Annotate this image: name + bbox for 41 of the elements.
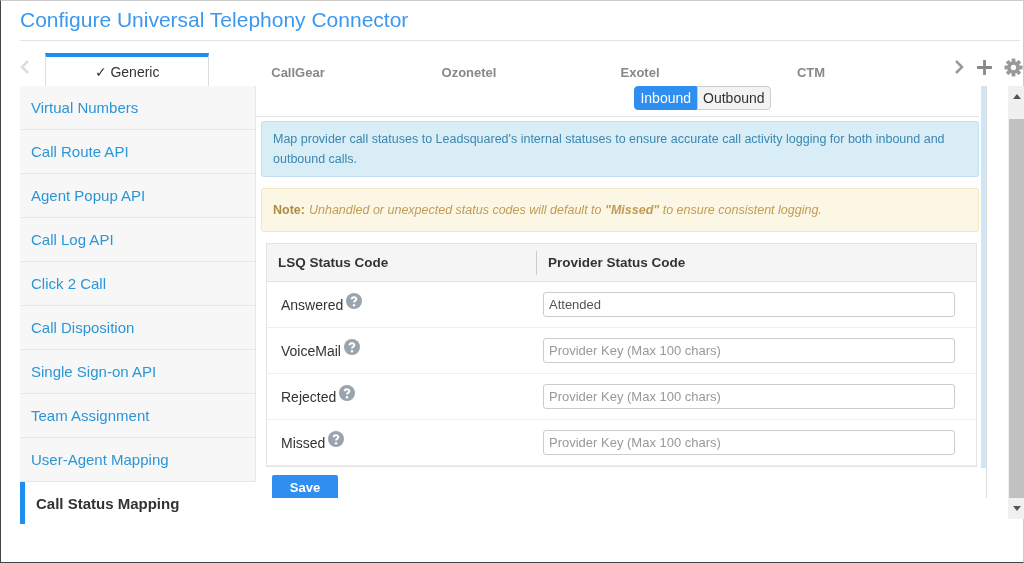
sidebar-item[interactable]: Call Disposition (20, 306, 256, 350)
sidebar-item[interactable]: Team Assignment (20, 394, 256, 438)
sidebar-item[interactable]: Call Log API (20, 218, 256, 262)
toggle-button[interactable]: Inbound (634, 86, 698, 110)
column-header: LSQ Status Code (267, 250, 537, 275)
sidebar-item[interactable]: Agent Popup API (20, 174, 256, 218)
tab[interactable]: Exotel (558, 53, 722, 87)
status-label: VoiceMail (281, 342, 341, 359)
note-label: Note: (273, 203, 305, 217)
scrollbar[interactable] (1008, 86, 1024, 519)
tab[interactable]: ✓ Generic (45, 53, 209, 87)
tab[interactable]: Ozonetel (387, 53, 551, 87)
provider-key-field[interactable]: Provider Key (Max 100 chars) (543, 338, 955, 363)
sidebar-item[interactable]: Single Sign-on API (20, 350, 256, 394)
status-label: Rejected (281, 388, 337, 405)
chevron-right-icon[interactable] (954, 59, 964, 75)
save-button[interactable]: Save (272, 475, 338, 498)
chevron-left-icon[interactable] (20, 59, 30, 75)
help-icon[interactable] (339, 384, 356, 401)
help-icon[interactable] (346, 292, 363, 309)
column-header: Provider Status Code (547, 255, 686, 270)
provider-key-field[interactable]: Provider Key (Max 100 chars) (543, 430, 955, 455)
sidebar-item[interactable]: Click 2 Call (20, 262, 256, 306)
provider-key-field[interactable]: Attended (543, 292, 955, 317)
settings-icon[interactable] (1004, 57, 1023, 77)
sidebar-item[interactable]: User-Agent Mapping (20, 438, 256, 482)
tab[interactable]: CallGear (216, 53, 380, 87)
info-message: Map provider call statuses to Leadsquared's internal statuses to ensure accurate call activity logging for both inbound and outbound calls. (261, 121, 979, 177)
tab[interactable]: CTM (729, 53, 893, 87)
status-label: Answered (281, 296, 344, 313)
toggle-button[interactable]: Outbound (697, 86, 771, 110)
help-icon[interactable] (328, 430, 345, 447)
scrollbar[interactable] (981, 86, 986, 468)
provider-key-field[interactable]: Provider Key (Max 100 chars) (543, 384, 955, 409)
sidebar-item[interactable]: Call Route API (20, 130, 256, 174)
sidebar-item[interactable]: Virtual Numbers (20, 86, 256, 130)
status-label: Missed (281, 434, 326, 451)
help-icon[interactable] (343, 338, 360, 355)
window-title: Configure Universal Telephony Connector (20, 1, 1020, 41)
plus-icon[interactable] (976, 58, 993, 76)
note-text: Unhandled or unexpected status codes will default to "Missed" to ensure consistent logging. (308, 203, 822, 217)
